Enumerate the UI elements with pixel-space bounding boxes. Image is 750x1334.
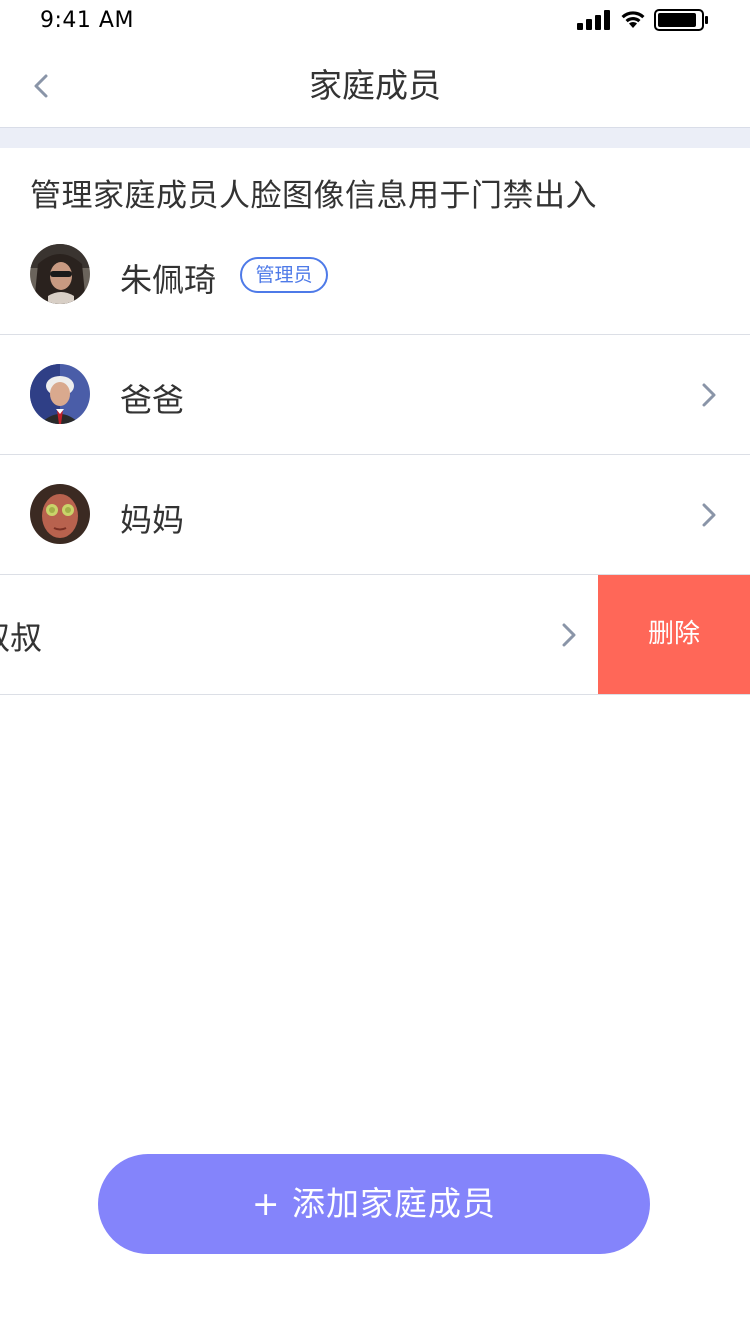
screen: 9:41 AM 家庭成员 管理家庭成员人脸图像信息用于门禁出入 朱佩琦 管理员 … bbox=[0, 0, 750, 1334]
chevron-right-icon bbox=[562, 623, 576, 647]
member-name: 爸爸 bbox=[120, 381, 185, 419]
admin-name: 朱佩琦 bbox=[120, 261, 217, 299]
chevron-right-icon bbox=[702, 503, 716, 527]
nav-bar: 家庭成员 bbox=[0, 44, 750, 128]
page-description: 管理家庭成员人脸图像信息用于门禁出入 bbox=[30, 178, 597, 214]
avatar bbox=[30, 244, 90, 304]
chevron-right-icon bbox=[702, 383, 716, 407]
status-time: 9:41 AM bbox=[40, 8, 134, 33]
avatar bbox=[30, 484, 90, 544]
admin-badge: 管理员 bbox=[240, 257, 328, 293]
chevron-left-icon bbox=[34, 74, 48, 98]
row-divider bbox=[0, 334, 750, 335]
member-name: 妈妈 bbox=[120, 501, 185, 539]
member-name: 叔叔 bbox=[0, 619, 43, 657]
row-divider bbox=[0, 694, 750, 695]
battery-icon bbox=[654, 9, 708, 31]
section-separator bbox=[0, 128, 750, 148]
page-title: 家庭成员 bbox=[309, 66, 441, 105]
avatar bbox=[30, 364, 90, 424]
signal-icon bbox=[577, 10, 610, 30]
wifi-icon bbox=[621, 11, 645, 28]
add-member-button[interactable]: + 添加家庭成员 bbox=[98, 1154, 650, 1254]
back-button[interactable] bbox=[24, 68, 60, 104]
row-divider bbox=[0, 454, 750, 455]
delete-button[interactable]: 删除 bbox=[598, 575, 750, 694]
status-bar: 9:41 AM bbox=[0, 0, 750, 44]
